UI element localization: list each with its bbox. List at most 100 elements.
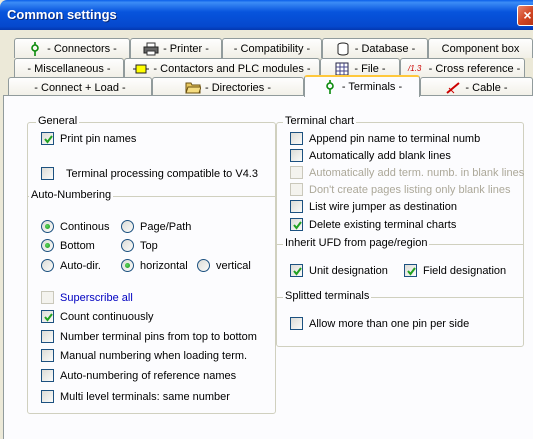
title-bar: Common settings × bbox=[0, 0, 533, 30]
tab-miscellaneous[interactable]: - Miscellaneous - bbox=[14, 58, 124, 78]
terminal-processing-v43-checkbox[interactable]: Terminal processing compatible to V4.3 bbox=[41, 167, 258, 180]
tab-label: Component box bbox=[441, 42, 520, 55]
checkbox-box[interactable] bbox=[404, 264, 417, 277]
checkbox-box[interactable] bbox=[290, 218, 303, 231]
checkbox-box[interactable] bbox=[41, 132, 54, 145]
checkbox-label: Count continuously bbox=[60, 310, 154, 323]
top-radio[interactable]: Top bbox=[121, 239, 158, 252]
superscribe-all-checkbox[interactable]: Superscribe all bbox=[41, 291, 133, 304]
checkbox-box[interactable] bbox=[41, 330, 54, 343]
horizontal-radio[interactable]: horizontal bbox=[121, 259, 188, 272]
append-pin-name-checkbox[interactable]: Append pin name to terminal numb bbox=[290, 132, 480, 145]
tab-label: - Cross reference - bbox=[428, 62, 521, 75]
vertical-radio[interactable]: vertical bbox=[197, 259, 251, 272]
radio-button[interactable] bbox=[41, 239, 54, 252]
database-icon bbox=[335, 42, 351, 56]
radio-button[interactable] bbox=[197, 259, 210, 272]
print-pin-names-checkbox[interactable]: Print pin names bbox=[41, 132, 136, 145]
checkbox-box[interactable] bbox=[290, 183, 303, 196]
checkbox-box[interactable] bbox=[41, 167, 54, 180]
radio-button[interactable] bbox=[121, 259, 134, 272]
tab-label: - Compatibility - bbox=[233, 42, 311, 55]
radio-button[interactable] bbox=[121, 220, 134, 233]
checkbox-box[interactable] bbox=[41, 390, 54, 403]
checkbox-box[interactable] bbox=[290, 317, 303, 330]
bottom-radio[interactable]: Bottom bbox=[41, 239, 95, 252]
tab-directories[interactable]: - Directories - bbox=[152, 77, 304, 97]
tab-component-box[interactable]: Component box bbox=[428, 38, 533, 58]
close-icon: × bbox=[523, 7, 532, 23]
checkbox-label: Field designation bbox=[423, 264, 507, 277]
checkbox-label: Auto-numbering of reference names bbox=[60, 369, 237, 382]
continous-radio[interactable]: Continous bbox=[41, 220, 110, 233]
contactor-icon bbox=[133, 62, 150, 76]
close-button[interactable]: × bbox=[517, 5, 533, 26]
checkbox-box[interactable] bbox=[290, 149, 303, 162]
tab-label: - Printer - bbox=[163, 42, 209, 55]
tab-printer[interactable]: - Printer - bbox=[130, 38, 222, 58]
auto-ref-names-checkbox[interactable]: Auto-numbering of reference names bbox=[41, 369, 236, 382]
splitted-terminals-group-title: Splitted terminals bbox=[283, 290, 372, 302]
checkbox-label: List wire jumper as destination bbox=[309, 200, 457, 213]
tab-connectors[interactable]: - Connectors - bbox=[14, 38, 130, 58]
add-term-numb-checkbox[interactable]: Automatically add term. numb. in blank l… bbox=[290, 166, 524, 179]
checkbox-box[interactable] bbox=[41, 349, 54, 362]
delete-existing-charts-checkbox[interactable]: Delete existing terminal charts bbox=[290, 218, 456, 231]
radio-button[interactable] bbox=[121, 239, 134, 252]
connector-icon bbox=[27, 41, 43, 56]
tab-label: - File - bbox=[354, 62, 386, 75]
tab-label: - Terminals - bbox=[341, 81, 403, 93]
checkbox-label: Multi level terminals: same number bbox=[60, 390, 230, 403]
radio-label: Page/Path bbox=[140, 220, 192, 233]
tab-cable[interactable]: - Cable - bbox=[420, 77, 533, 97]
checkbox-box[interactable] bbox=[290, 264, 303, 277]
auto-numbering-group-title: Auto-Numbering bbox=[29, 189, 114, 201]
tab-label: - Miscellaneous - bbox=[27, 62, 111, 75]
add-blank-lines-checkbox[interactable]: Automatically add blank lines bbox=[290, 149, 451, 162]
checkbox-box[interactable] bbox=[290, 132, 303, 145]
terminal-chart-group-title: Terminal chart bbox=[283, 115, 357, 127]
manual-numbering-checkbox[interactable]: Manual numbering when loading term. bbox=[41, 349, 247, 362]
tab-contactors-plc[interactable]: - Contactors and PLC modules - bbox=[124, 58, 320, 78]
tab-label: - Contactors and PLC modules - bbox=[153, 62, 311, 75]
radio-label: Auto-dir. bbox=[60, 259, 101, 272]
tab-label: - Cable - bbox=[465, 81, 508, 94]
page-path-radio[interactable]: Page/Path bbox=[121, 220, 191, 233]
checkbox-box[interactable] bbox=[290, 200, 303, 213]
checkbox-label: Delete existing terminal charts bbox=[309, 218, 457, 231]
unit-designation-checkbox[interactable]: Unit designation bbox=[290, 264, 388, 277]
allow-more-pins-checkbox[interactable]: Allow more than one pin per side bbox=[290, 317, 469, 330]
window-title: Common settings bbox=[7, 7, 117, 22]
checkbox-label: Number terminal pins from top to bottom bbox=[60, 330, 257, 343]
dont-create-pages-checkbox[interactable]: Don't create pages listing only blank li… bbox=[290, 183, 510, 196]
field-designation-checkbox[interactable]: Field designation bbox=[404, 264, 506, 277]
checkbox-box[interactable] bbox=[41, 369, 54, 382]
inherit-ufd-group-title: Inherit UFD from page/region bbox=[283, 237, 430, 249]
tab-label: - Database - bbox=[354, 42, 416, 55]
checkbox-label: Superscribe all bbox=[60, 291, 133, 304]
tab-database[interactable]: - Database - bbox=[322, 38, 428, 58]
checkbox-label: Terminal processing compatible to V4.3 bbox=[66, 167, 258, 180]
auto-dir-radio[interactable]: Auto-dir. bbox=[41, 259, 101, 272]
radio-label: Bottom bbox=[60, 239, 95, 252]
checkbox-label: Append pin name to terminal numb bbox=[309, 132, 481, 145]
multi-level-checkbox[interactable]: Multi level terminals: same number bbox=[41, 390, 230, 403]
checkbox-label: Don't create pages listing only blank li… bbox=[309, 183, 511, 196]
radio-button[interactable] bbox=[41, 259, 54, 272]
tab-compatibility[interactable]: - Compatibility - bbox=[222, 38, 322, 58]
checkbox-box[interactable] bbox=[41, 310, 54, 323]
terminal-icon bbox=[322, 80, 338, 94]
number-top-bottom-checkbox[interactable]: Number terminal pins from top to bottom bbox=[41, 330, 257, 343]
file-grid-icon bbox=[334, 62, 350, 76]
tab-label: - Connect + Load - bbox=[34, 81, 126, 94]
list-wire-jumper-checkbox[interactable]: List wire jumper as destination bbox=[290, 200, 457, 213]
radio-button[interactable] bbox=[41, 220, 54, 233]
count-continuously-checkbox[interactable]: Count continuously bbox=[41, 310, 154, 323]
tab-terminals[interactable]: - Terminals - bbox=[304, 75, 420, 97]
checkbox-box[interactable] bbox=[41, 291, 54, 304]
printer-icon bbox=[143, 42, 159, 56]
tab-connect-load[interactable]: - Connect + Load - bbox=[8, 77, 152, 97]
radio-label: horizontal bbox=[140, 259, 188, 272]
terminals-tab-page: General Auto-Numbering Print pin names T… bbox=[3, 95, 533, 439]
checkbox-box[interactable] bbox=[290, 166, 303, 179]
